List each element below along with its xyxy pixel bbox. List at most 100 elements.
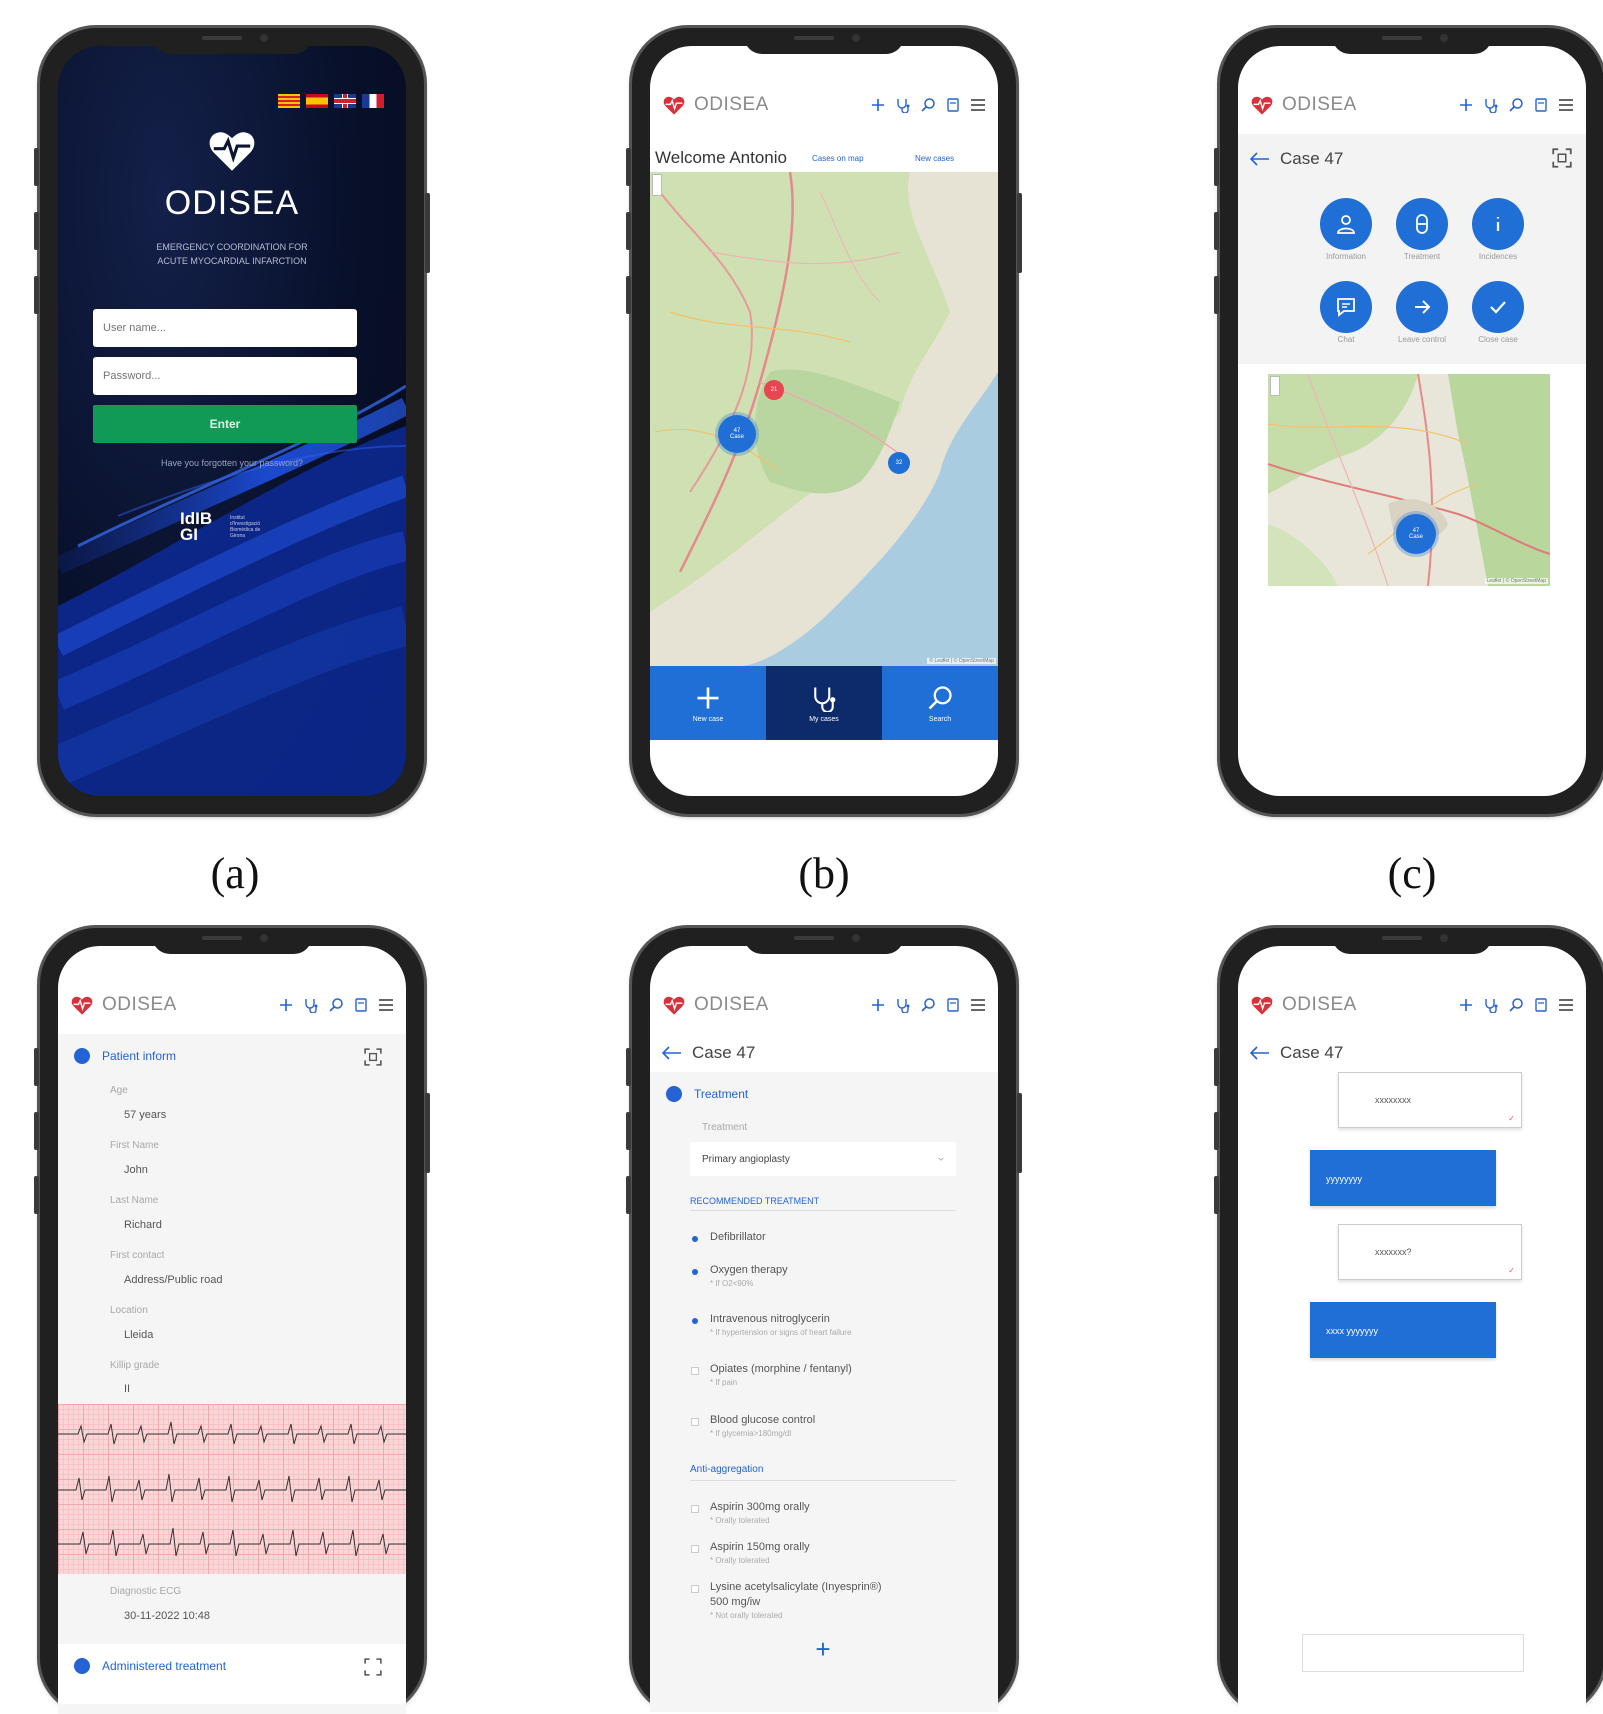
new-case-button[interactable]: New case <box>650 666 766 740</box>
forgot-password-link[interactable]: Have you forgotten your password? <box>58 458 406 468</box>
plus-icon[interactable] <box>1458 97 1474 113</box>
menu-icon[interactable] <box>1558 997 1574 1013</box>
menu-icon[interactable] <box>970 997 986 1013</box>
back-button[interactable]: Case 47 <box>1250 149 1343 169</box>
treatment-screen: ODISEA Case 47 Treatment Treatment Prima… <box>650 946 998 1714</box>
treatment-select[interactable]: Primary angioplasty <box>690 1142 956 1176</box>
section-number-icon <box>74 1048 90 1064</box>
app-brand: ODISEA <box>694 94 769 115</box>
menu-icon[interactable] <box>1558 97 1574 113</box>
next-section-title[interactable]: Administered treatment <box>102 1659 226 1673</box>
search-icon[interactable] <box>920 97 936 113</box>
checkbox-unchecked[interactable] <box>691 1367 699 1375</box>
flag-spanish[interactable] <box>306 94 328 108</box>
treatment-item-note: * If hypertension or signs of heart fail… <box>710 1328 852 1337</box>
nav-label: Search <box>928 715 952 723</box>
nav-label: New case <box>692 715 724 723</box>
map-marker-label: 47 Case <box>729 428 744 440</box>
search-icon[interactable] <box>920 997 936 1013</box>
document-icon[interactable] <box>945 997 961 1013</box>
back-button[interactable]: Case 47 <box>1250 1043 1343 1063</box>
toolbar <box>1458 97 1574 113</box>
anti-item: Aspirin 150mg orally <box>710 1541 810 1553</box>
back-button[interactable]: Case 47 <box>662 1043 755 1063</box>
map-zoom-control[interactable] <box>652 174 662 196</box>
map-zoom-control[interactable] <box>1270 376 1280 396</box>
menu-icon[interactable] <box>970 97 986 113</box>
password-input[interactable] <box>93 357 357 395</box>
chat-button[interactable] <box>1320 281 1372 333</box>
stethoscope-icon[interactable] <box>303 997 319 1013</box>
search-icon[interactable] <box>1508 997 1524 1013</box>
anti-item: Lysine acetylsalicylate (Inyesprin®) <box>710 1581 882 1593</box>
flag-catalan[interactable] <box>278 94 300 108</box>
close-case-button[interactable] <box>1472 281 1524 333</box>
treatment-button[interactable] <box>1396 198 1448 250</box>
bottom-nav: New case My cases Search <box>650 666 998 740</box>
read-check-icon: ✓ <box>1508 1114 1515 1123</box>
plus-icon[interactable] <box>278 997 294 1013</box>
checkbox-unchecked[interactable] <box>691 1545 699 1553</box>
leave-control-button[interactable] <box>1396 281 1448 333</box>
incidences-button[interactable] <box>1472 198 1524 250</box>
stethoscope-icon[interactable] <box>1483 997 1499 1013</box>
map-marker-label: 32 <box>895 460 903 466</box>
anti-item-line2: 500 mg/iw <box>710 1596 761 1608</box>
field-label-location: Location <box>110 1305 148 1316</box>
qr-scan-icon[interactable] <box>364 1658 382 1676</box>
checkbox-unchecked[interactable] <box>691 1585 699 1593</box>
username-input[interactable] <box>93 309 357 347</box>
case-screen: ODISEA Case 47 Information Treatment Inc… <box>1238 46 1586 796</box>
checkbox-checked[interactable] <box>692 1236 698 1242</box>
ecg-image[interactable] <box>58 1404 406 1574</box>
qr-scan-icon[interactable] <box>364 1048 382 1066</box>
flag-uk[interactable] <box>334 94 356 108</box>
field-value-first-contact: Address/Public road <box>124 1274 223 1286</box>
map-screen: ODISEA Welcome Antonio Cases on map New … <box>650 46 998 796</box>
read-check-icon: ✓ <box>1508 1266 1515 1275</box>
search-icon[interactable] <box>1508 97 1524 113</box>
case-map[interactable]: 47 Case Leaflet | © OpenStreetMap <box>1268 374 1550 586</box>
information-button[interactable] <box>1320 198 1372 250</box>
checkbox-checked[interactable] <box>692 1269 698 1275</box>
anti-item-note: * Orally tolerated <box>710 1516 770 1525</box>
plus-icon[interactable] <box>1458 997 1474 1013</box>
document-icon[interactable] <box>1533 97 1549 113</box>
menu-icon[interactable] <box>378 997 394 1013</box>
new-cases-link[interactable]: New cases <box>915 154 954 163</box>
chat-message-input[interactable] <box>1302 1634 1524 1672</box>
stethoscope-icon[interactable] <box>1483 97 1499 113</box>
chevron-down-icon <box>938 1157 944 1161</box>
cases-on-map-link[interactable]: Cases on map <box>812 154 864 163</box>
search-icon[interactable] <box>328 997 344 1013</box>
treatment-item-note: * If pain <box>710 1378 738 1387</box>
checkbox-checked[interactable] <box>692 1318 698 1324</box>
map-view[interactable]: 21 47 Case 32 © Leaflet | © OpenStreetMa… <box>650 172 998 666</box>
qr-scan-icon[interactable] <box>1552 148 1572 168</box>
my-cases-button[interactable]: My cases <box>766 666 882 740</box>
map-marker-blue-small[interactable]: 32 <box>888 452 910 474</box>
enter-button[interactable]: Enter <box>93 405 357 443</box>
map-marker-blue-large[interactable]: 47 Case <box>718 415 756 453</box>
document-icon[interactable] <box>353 997 369 1013</box>
phone-notch <box>152 28 312 54</box>
heart-logo-icon <box>209 132 255 171</box>
map-marker-red[interactable]: 21 <box>764 380 784 400</box>
case-map-marker[interactable]: 47 Case <box>1396 514 1436 554</box>
treatment-item-note: * If glycemia>180mg/dl <box>710 1429 792 1438</box>
checkbox-unchecked[interactable] <box>691 1418 699 1426</box>
plus-icon[interactable] <box>870 97 886 113</box>
document-icon[interactable] <box>945 97 961 113</box>
add-treatment-button[interactable]: + <box>808 1634 838 1665</box>
flag-french[interactable] <box>362 94 384 108</box>
stethoscope-icon[interactable] <box>895 97 911 113</box>
stethoscope-icon[interactable] <box>895 997 911 1013</box>
document-icon[interactable] <box>1533 997 1549 1013</box>
login-brand: ODISEA <box>164 184 300 222</box>
plus-icon[interactable] <box>870 997 886 1013</box>
heart-logo-icon <box>663 96 685 115</box>
treatment-item-note: * If O2<90% <box>710 1279 754 1288</box>
search-button[interactable]: Search <box>882 666 998 740</box>
checkbox-unchecked[interactable] <box>691 1505 699 1513</box>
app-bar: ODISEA <box>650 976 998 1034</box>
